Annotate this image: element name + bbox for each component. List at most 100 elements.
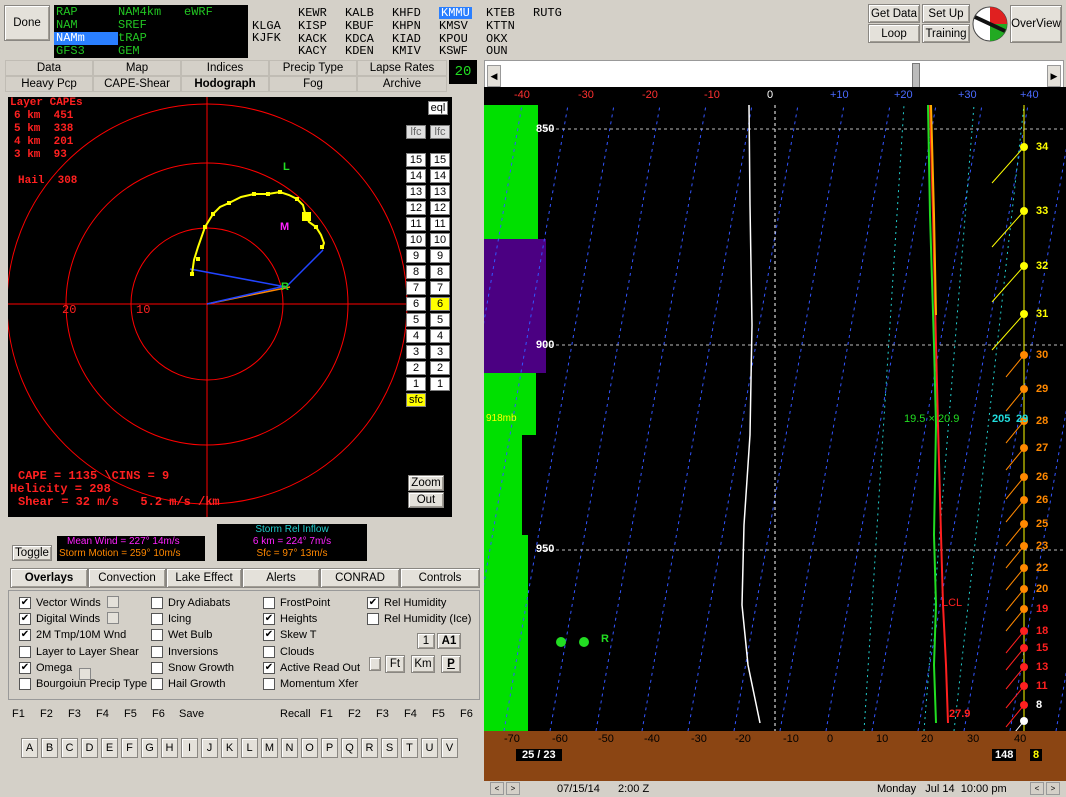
tab-archive[interactable]: Archive bbox=[357, 76, 447, 92]
digital-winds-option-button[interactable] bbox=[107, 612, 119, 624]
letter-button-c[interactable]: C bbox=[61, 738, 78, 758]
tab-fog[interactable]: Fog bbox=[269, 76, 357, 92]
loop-button[interactable]: Loop bbox=[868, 24, 920, 43]
level-button-right[interactable]: 15 bbox=[430, 153, 450, 167]
level-button-left[interactable]: 6 bbox=[406, 297, 426, 311]
height-unit-toggle[interactable] bbox=[369, 657, 381, 671]
tab-precip-type[interactable]: Precip Type bbox=[269, 60, 357, 76]
station-item[interactable]: KSWF bbox=[439, 45, 468, 57]
checkbox[interactable] bbox=[263, 597, 275, 609]
level-button-left[interactable]: 2 bbox=[406, 361, 426, 375]
checkbox[interactable]: ✔ bbox=[263, 661, 275, 674]
checkbox[interactable] bbox=[263, 678, 275, 690]
overlay-option[interactable]: ✔ Vector Winds bbox=[19, 597, 101, 609]
station-item[interactable]: RUTG bbox=[533, 7, 562, 19]
level-button-left[interactable]: 12 bbox=[406, 201, 426, 215]
checkbox[interactable]: ✔ bbox=[263, 613, 275, 626]
done-button[interactable]: Done bbox=[4, 5, 50, 41]
level-button-right[interactable]: 8 bbox=[430, 265, 450, 279]
overlay-option[interactable]: ✔ Rel Humidity bbox=[367, 597, 446, 609]
level-button-left[interactable]: 4 bbox=[406, 329, 426, 343]
level-button-right[interactable]: 2 bbox=[430, 361, 450, 375]
save-key-6[interactable]: F6 bbox=[152, 708, 165, 720]
prev-arrow[interactable]: < bbox=[490, 782, 504, 795]
zoom-out-button[interactable]: Out bbox=[408, 492, 444, 508]
model-gfs3[interactable]: GFS3 bbox=[56, 45, 85, 58]
level-button-right[interactable]: 13 bbox=[430, 185, 450, 199]
checkbox[interactable] bbox=[151, 678, 163, 690]
recall-key-6[interactable]: F6 bbox=[460, 708, 473, 720]
recall-key-2[interactable]: F2 bbox=[348, 708, 361, 720]
get-data-button[interactable]: Get Data bbox=[868, 4, 920, 23]
sfc-button[interactable]: sfc bbox=[406, 393, 426, 407]
level-button-right[interactable]: 12 bbox=[430, 201, 450, 215]
letter-button-f[interactable]: F bbox=[121, 738, 138, 758]
save-key-1[interactable]: F1 bbox=[12, 708, 25, 720]
units-1-button[interactable]: 1 bbox=[417, 633, 435, 649]
level-button-right[interactable]: 1 bbox=[430, 377, 450, 391]
level-button-right[interactable]: 5 bbox=[430, 313, 450, 327]
letter-button-p[interactable]: P bbox=[321, 738, 338, 758]
level-button-left[interactable]: 15 bbox=[406, 153, 426, 167]
letter-button-b[interactable]: B bbox=[41, 738, 58, 758]
level-button-right[interactable]: 7 bbox=[430, 281, 450, 295]
recall-key-3[interactable]: F3 bbox=[376, 708, 389, 720]
overlay-option[interactable]: Snow Growth bbox=[151, 661, 234, 674]
level-button-right[interactable]: 4 bbox=[430, 329, 450, 343]
level-button-right[interactable]: 9 bbox=[430, 249, 450, 263]
set-up-button[interactable]: Set Up bbox=[922, 4, 970, 23]
section-tab-overlays[interactable]: Overlays bbox=[10, 568, 88, 588]
letter-button-g[interactable]: G bbox=[141, 738, 158, 758]
station-item[interactable]: KACY bbox=[298, 45, 327, 57]
level-button-right[interactable]: 10 bbox=[430, 233, 450, 247]
station-item[interactable]: KMIV bbox=[392, 45, 421, 57]
level-button-right[interactable]: 6 bbox=[430, 297, 450, 311]
tab-map[interactable]: Map bbox=[93, 60, 181, 76]
checkbox[interactable] bbox=[367, 613, 379, 626]
level-button-right[interactable]: 11 bbox=[430, 217, 450, 231]
level-button-left[interactable]: 7 bbox=[406, 281, 426, 295]
next-arrow[interactable]: > bbox=[506, 782, 520, 795]
overlay-option[interactable]: Wet Bulb bbox=[151, 629, 212, 642]
slider-left-arrow[interactable]: ◀ bbox=[487, 65, 501, 87]
zoom-button[interactable]: Zoom bbox=[408, 475, 444, 491]
overlay-option[interactable]: FrostPoint bbox=[263, 597, 330, 609]
model-gem[interactable]: GEM bbox=[118, 45, 140, 58]
letter-button-n[interactable]: N bbox=[281, 738, 298, 758]
units-a1-button[interactable]: A1 bbox=[437, 633, 461, 649]
checkbox[interactable] bbox=[151, 613, 163, 626]
station-item-selected[interactable]: KMMU bbox=[439, 7, 472, 19]
overlay-option[interactable]: Hail Growth bbox=[151, 678, 225, 690]
section-tab-lake-effect[interactable]: Lake Effect bbox=[166, 568, 242, 588]
overlay-option[interactable]: ✔ Omega bbox=[19, 661, 72, 674]
model-ewrf[interactable]: eWRF bbox=[184, 6, 213, 19]
level-button-left[interactable]: 14 bbox=[406, 169, 426, 183]
level-button-left[interactable]: 13 bbox=[406, 185, 426, 199]
lfc-button-left[interactable]: lfc bbox=[406, 125, 426, 139]
tab-lapse-rates[interactable]: Lapse Rates bbox=[357, 60, 447, 76]
level-button-left[interactable]: 3 bbox=[406, 345, 426, 359]
station-item[interactable]: KEWR bbox=[298, 7, 327, 19]
overlay-option[interactable]: ✔ Digital Winds bbox=[19, 613, 100, 626]
checkbox[interactable] bbox=[151, 661, 163, 674]
tab-indices[interactable]: Indices bbox=[181, 60, 269, 76]
overlay-option[interactable]: ✔ 2M Tmp/10M Wnd bbox=[19, 629, 126, 642]
overview-button[interactable]: OverView bbox=[1010, 5, 1062, 43]
letter-button-u[interactable]: U bbox=[421, 738, 438, 758]
recall-key-5[interactable]: F5 bbox=[432, 708, 445, 720]
station-item[interactable]: KALB bbox=[345, 7, 374, 19]
station-item[interactable]: KJFK bbox=[252, 32, 281, 44]
letter-button-m[interactable]: M bbox=[261, 738, 278, 758]
letter-button-j[interactable]: J bbox=[201, 738, 218, 758]
station-item[interactable]: KHFD bbox=[392, 7, 421, 19]
overlay-option[interactable]: ✔ Active Read Out bbox=[263, 661, 360, 674]
level-button-left[interactable]: 10 bbox=[406, 233, 426, 247]
level-button-left[interactable]: 8 bbox=[406, 265, 426, 279]
overlay-option[interactable]: Clouds bbox=[263, 645, 314, 658]
lfc-button-right[interactable]: lfc bbox=[430, 125, 450, 139]
letter-button-s[interactable]: S bbox=[381, 738, 398, 758]
level-button-right[interactable]: 3 bbox=[430, 345, 450, 359]
eql-button[interactable]: eql bbox=[428, 101, 448, 115]
omega-option-button[interactable] bbox=[79, 668, 91, 680]
letter-button-h[interactable]: H bbox=[161, 738, 178, 758]
